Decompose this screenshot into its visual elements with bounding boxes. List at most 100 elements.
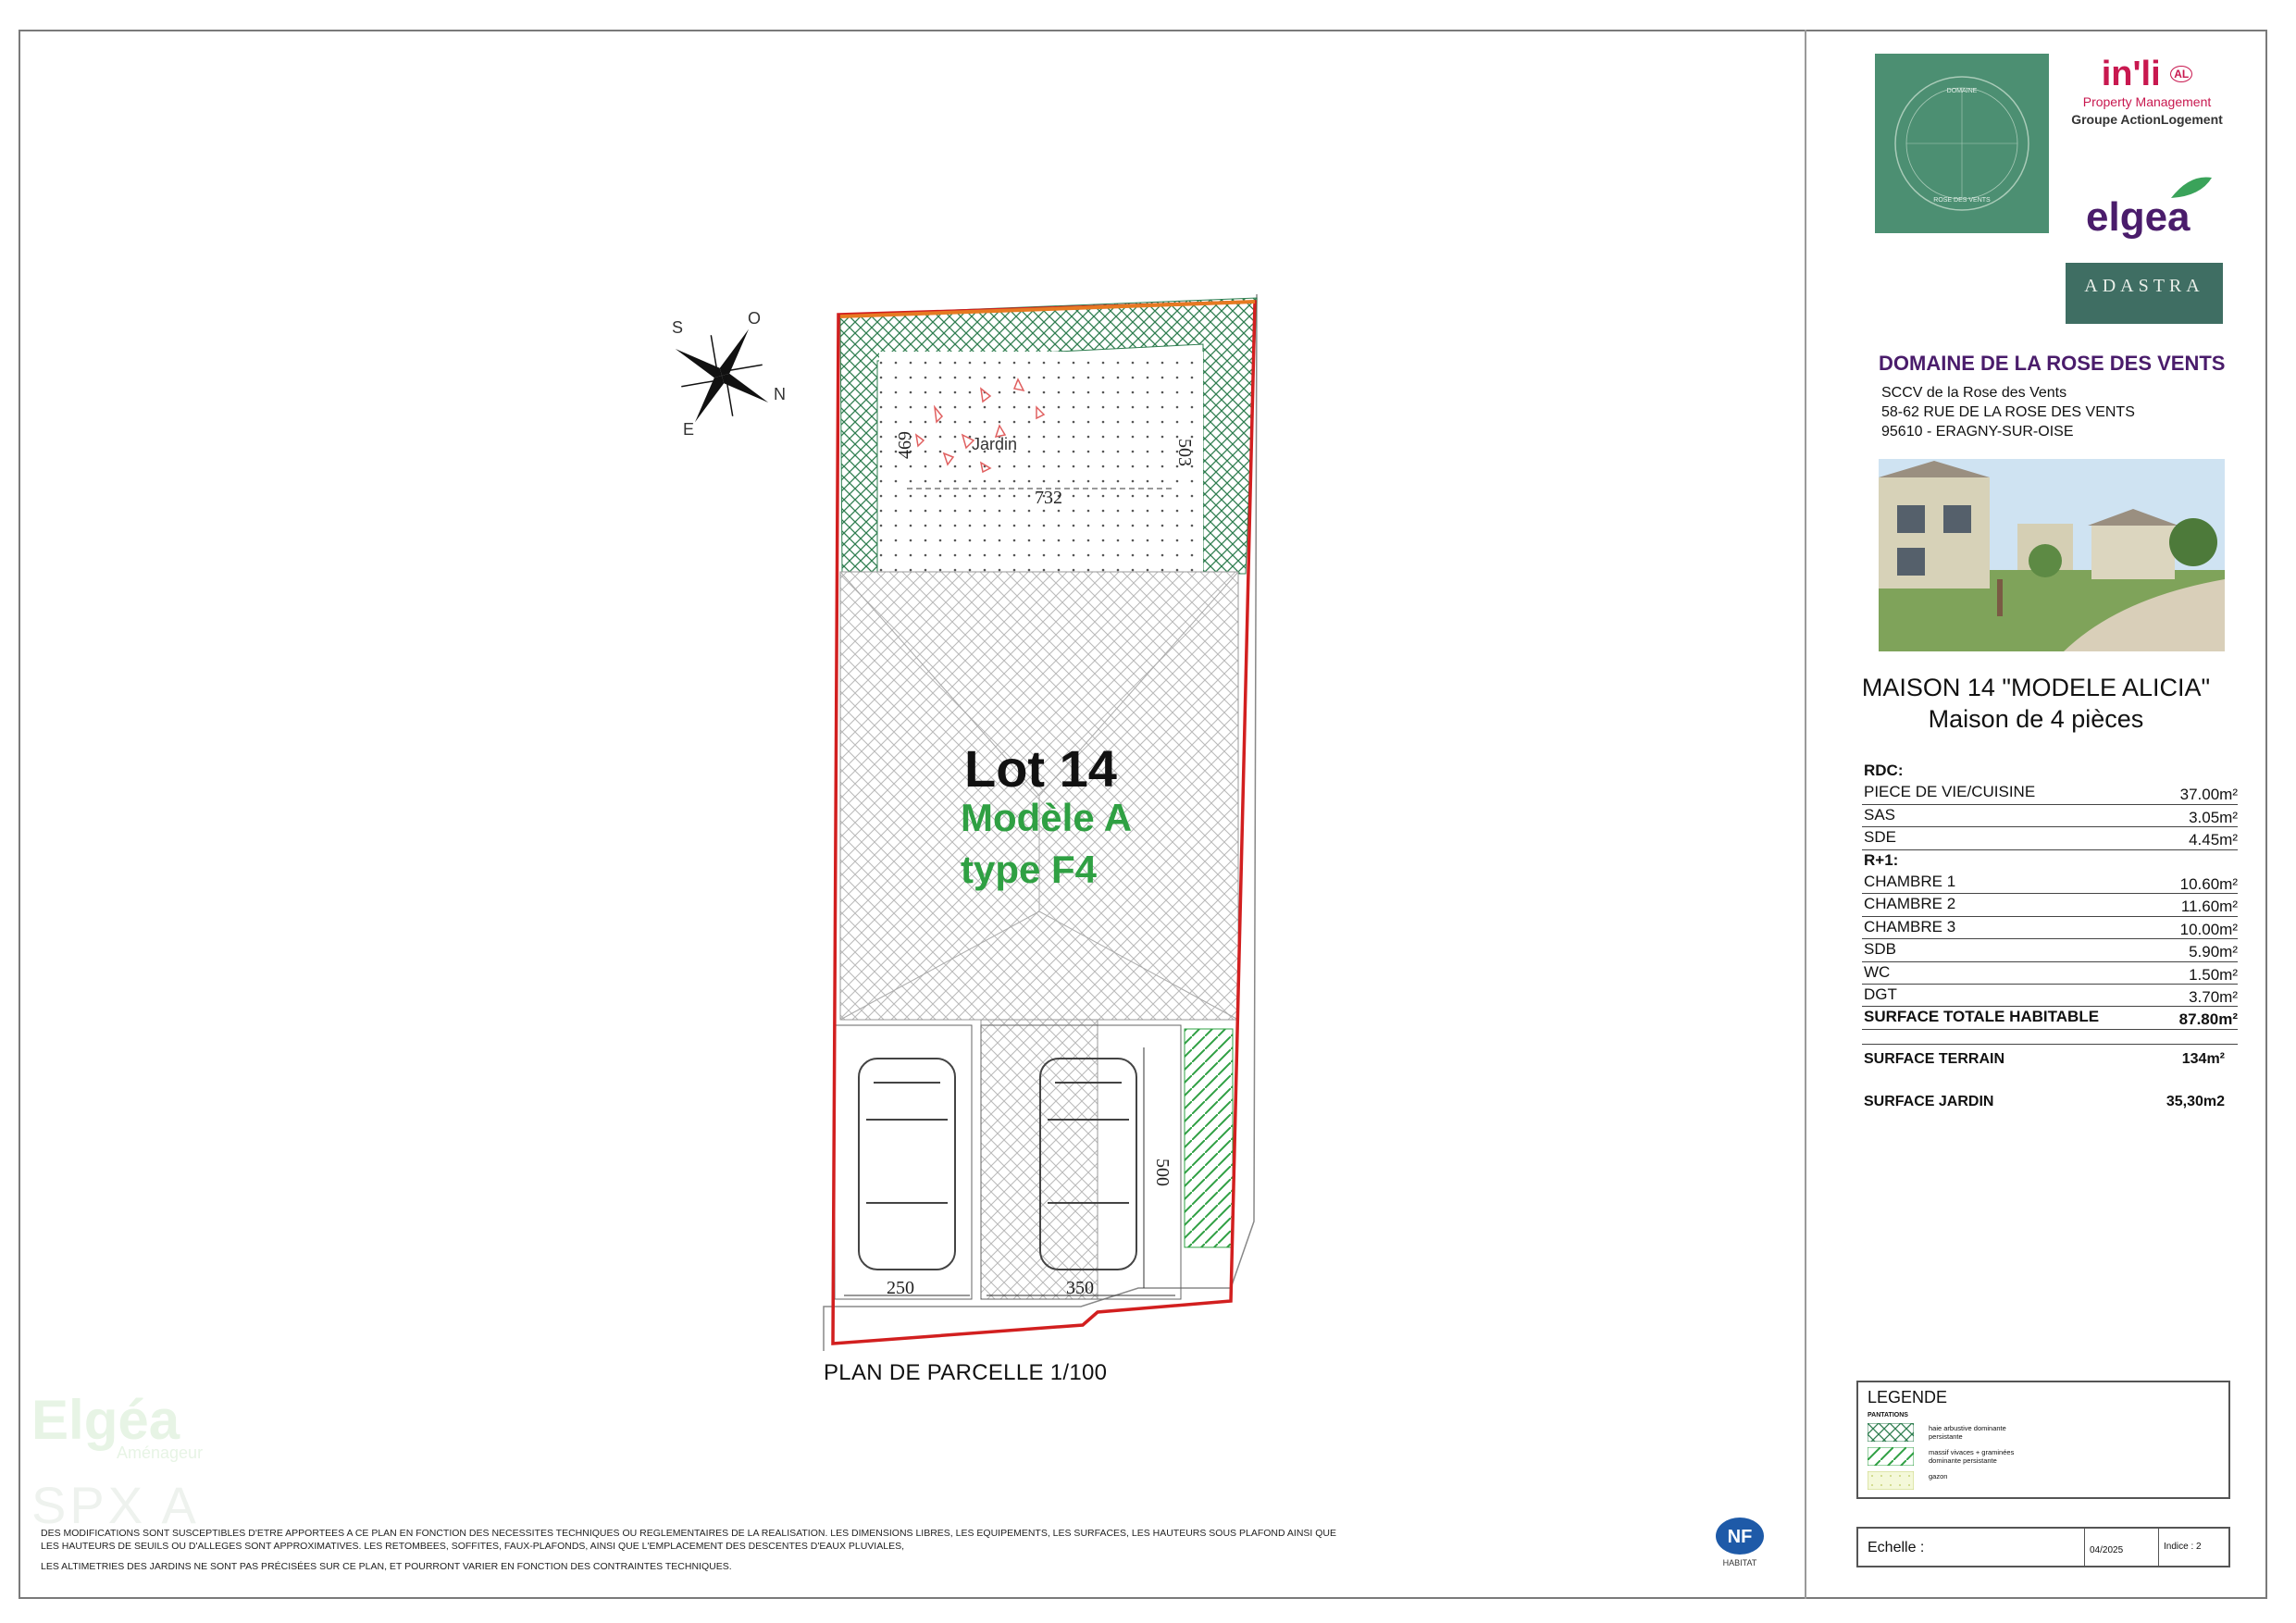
compass-south-label: S (672, 318, 683, 337)
nf-habitat-logo: NF HABITAT (1716, 1518, 1764, 1567)
surface-jardin-row: SURFACE JARDIN 35,30m2 (1864, 1094, 2225, 1110)
address-line: 95610 - ERAGNY-SUR-OISE (1881, 424, 2074, 440)
legend-item-text: massif vivaces + graminées dominante per… (1929, 1448, 2015, 1465)
inli-group: Groupe ActionLogement (2071, 112, 2223, 127)
domaine-logo-bottom: ROSE DES VENTS (1933, 197, 1991, 204)
surface-row-label: RDC: (1864, 762, 1904, 779)
panel-divider (1805, 30, 1806, 1599)
dim-parking-depth: 500 (1152, 1158, 1173, 1186)
lot-model-line2: type F4 (961, 848, 1098, 891)
surface-terrain-row: SURFACE TERRAIN 134m² (1864, 1051, 2225, 1068)
domaine-logo-top: DOMAINE (1947, 88, 1978, 94)
surfaces-table: RDC: PIECE DE VIE/CUISINE 37.00m² SAS 3.05m²… (1862, 761, 2238, 1030)
gazon-swatch-icon (1868, 1471, 1914, 1490)
surface-row-value: 3.05m² (2189, 808, 2238, 826)
surface-row: SDB 5.90m² (1862, 939, 2238, 962)
garden-area (879, 352, 1203, 574)
lot-model-line1: Modèle A (961, 796, 1133, 839)
surface-row: SAS 3.05m² (1862, 805, 2238, 828)
adastra-sub (2066, 301, 2223, 306)
surface-row-value: 10.00m² (2179, 920, 2238, 938)
adastra-word: ADASTRA (2084, 276, 2204, 296)
car-left (858, 1058, 956, 1270)
surface-row-value: 5.90m² (2189, 943, 2238, 961)
legend-item-text: gazon (1929, 1472, 1948, 1481)
surface-row: WC 1.50m² (1862, 962, 2238, 985)
surface-row-value: 11.60m² (2180, 898, 2238, 916)
surface-jardin-value: 35,30m2 (2166, 1094, 2225, 1109)
surface-row-label: SDB (1864, 940, 1896, 959)
compass-north-label: N (774, 385, 786, 403)
surface-row: CHAMBRE 1 10.60m² (1862, 872, 2238, 895)
inli-word: in'li (2101, 55, 2161, 93)
surface-row: SDE 4.45m² (1862, 827, 2238, 850)
surface-row-label: CHAMBRE 1 (1864, 872, 1956, 890)
address-line: 58-62 RUE DE LA ROSE DES VENTS (1881, 404, 2135, 420)
surface-row-label: SDE (1864, 828, 1896, 847)
project-title: DOMAINE DE LA ROSE DES VENTS (1879, 352, 2226, 375)
legend-subtitle: PANTATIONS (1868, 1412, 1908, 1419)
surface-row-value: 37.00m² (2179, 786, 2238, 804)
inli-logo: in'li AL Property Management Groupe Acti… (2066, 54, 2228, 146)
legend-item-gazon: gazon (1868, 1471, 2219, 1492)
surface-row-label: SAS (1864, 805, 1896, 824)
surface-row-label: CHAMBRE 3 (1864, 917, 1956, 935)
footer-index: Indice : 2 (2164, 1542, 2202, 1552)
legend-item-hedge: haie arbustive dominante persistante (1868, 1423, 2219, 1443)
surface-total-row: SURFACE TOTALE HABITABLE 87.80m² (1862, 1007, 2238, 1030)
compass-west-label: O (748, 309, 761, 328)
house-heading: MAISON 14 "MODELE ALICIA" Maison de 4 pi… (1806, 672, 2265, 735)
legend-title: LEGENDE (1868, 1388, 1948, 1406)
house-render-image (1879, 459, 2225, 651)
elgea-logo: elgea (2082, 174, 2221, 248)
hedge-swatch-icon (1868, 1423, 1914, 1442)
surface-jardin-label: SURFACE JARDIN (1864, 1094, 1994, 1109)
adastra-logo: ADASTRA (2066, 263, 2223, 324)
surface-level-heading: RDC: (1862, 761, 2238, 782)
elgea-word: elgea (2086, 194, 2191, 240)
dim-parking-right: 350 (1066, 1278, 1094, 1298)
surface-row: PIECE DE VIE/CUISINE 37.00m² (1862, 782, 2238, 805)
surface-row-label: CHAMBRE 2 (1864, 895, 1956, 913)
legend-item-massif: massif vivaces + graminées dominante per… (1868, 1447, 2219, 1468)
surface-row-label: WC (1864, 962, 1891, 981)
inli-badge: AL (2170, 66, 2193, 82)
surface-row: DGT 3.70m² (1862, 985, 2238, 1008)
disclaimer: DES MODIFICATIONS SONT SUSCEPTIBLES D'ET… (41, 1527, 1336, 1580)
inli-pm: Property Management (2082, 94, 2212, 109)
footer-separator (2084, 1529, 2085, 1566)
footer-date: 04/2025 (2090, 1545, 2124, 1555)
scale-label: Echelle : (1868, 1540, 1925, 1555)
dim-garden-width: 732 (1035, 488, 1062, 508)
surface-row: CHAMBRE 2 11.60m² (1862, 894, 2238, 917)
compass-rose (675, 328, 769, 423)
surface-row-value: 87.80m² (2178, 1010, 2238, 1029)
planting-strip (1184, 1028, 1234, 1248)
surface-row-label: PIECE DE VIE/CUISINE (1864, 783, 2036, 801)
address-line: SCCV de la Rose des Vents (1881, 385, 2067, 401)
house-title: MAISON 14 "MODELE ALICIA" (1861, 674, 2211, 701)
nf-mark: NF (1728, 1527, 1753, 1547)
surface-terrain-label: SURFACE TERRAIN (1864, 1051, 2005, 1067)
compass-east-label: E (683, 420, 694, 439)
nf-label: HABITAT (1723, 1558, 1757, 1567)
surface-row-label: R+1: (1864, 850, 1899, 869)
surfaces-separator (1862, 1044, 2238, 1045)
plan-title: PLAN DE PARCELLE 1/100 (824, 1360, 1108, 1385)
dim-garden-left-height: 469 (895, 431, 915, 459)
legend-item-text: haie arbustive dominante persistante (1929, 1424, 2006, 1441)
surface-row-value: 4.45m² (2189, 831, 2238, 849)
domaine-logo: DOMAINE ROSE DES VENTS (1875, 54, 2049, 233)
dim-garden-right-height: 503 (1174, 439, 1195, 466)
surface-terrain-value: 134m² (2181, 1051, 2225, 1067)
footer-box: Echelle : 04/2025 Indice : 2 (1856, 1527, 2230, 1567)
massif-swatch-icon (1868, 1447, 1914, 1466)
disclaimer-line2: LES ALTIMETRIES DES JARDINS NE SONT PAS … (41, 1561, 732, 1572)
surface-row-label: SURFACE TOTALE HABITABLE (1864, 1008, 2100, 1026)
dim-parking-left: 250 (887, 1278, 914, 1298)
footer-separator (2158, 1529, 2159, 1566)
legend-box: LEGENDE PANTATIONS haie arbustive domina… (1856, 1381, 2230, 1499)
lot-title: Lot 14 (964, 739, 1117, 798)
surface-level-heading: R+1: (1862, 850, 2238, 872)
surface-row: CHAMBRE 3 10.00m² (1862, 917, 2238, 940)
